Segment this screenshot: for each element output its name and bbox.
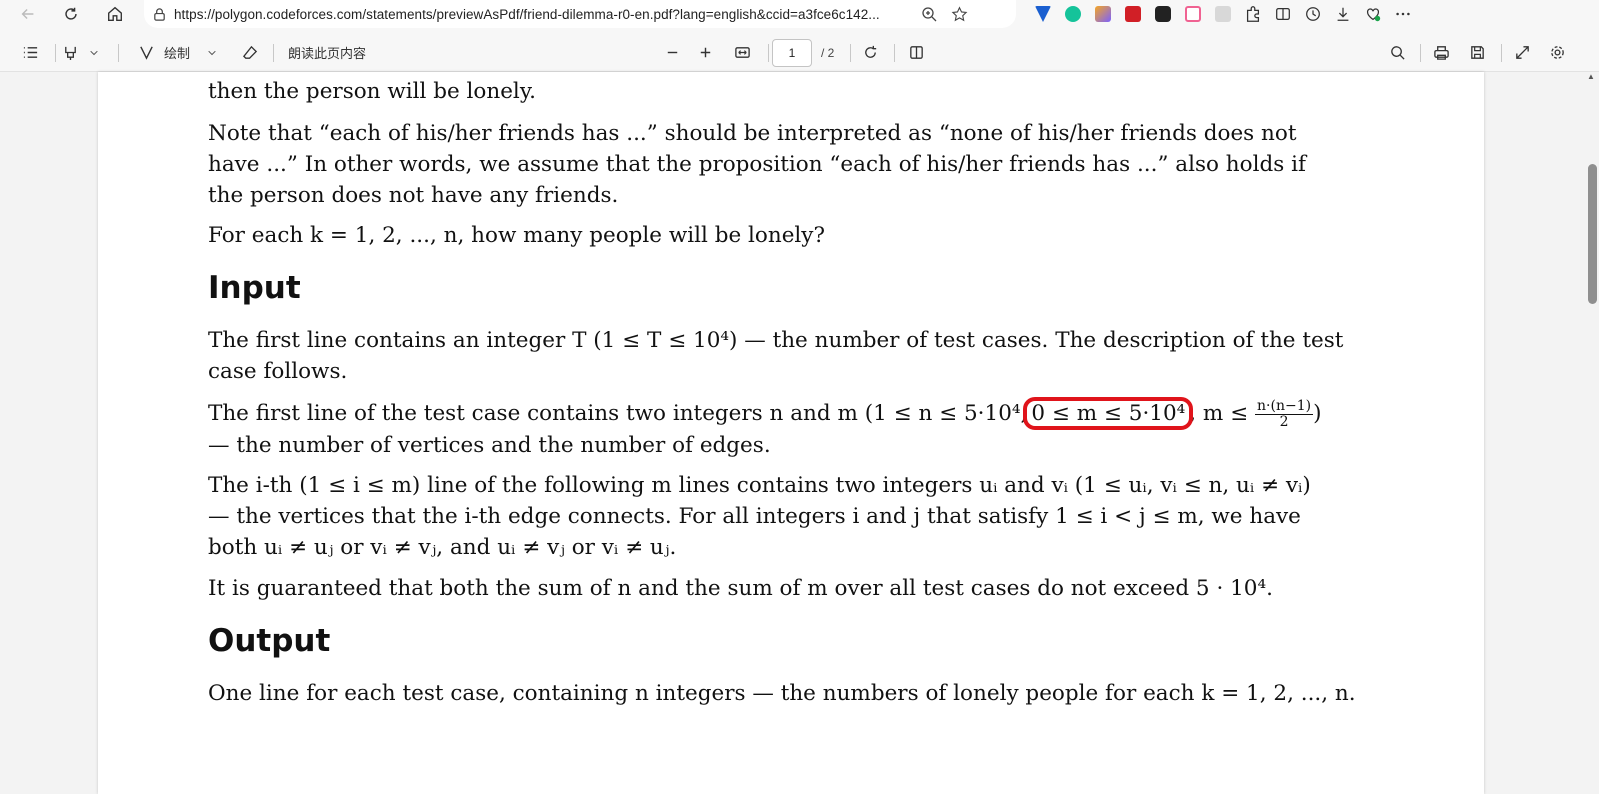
browser-toolbar: https://polygon.codeforces.com/statement…	[0, 0, 1599, 28]
read-aloud-button[interactable]: 朗读此页内容	[288, 38, 388, 68]
divider	[273, 44, 274, 62]
history-icon[interactable]	[1298, 0, 1328, 28]
fit-width-icon[interactable]	[730, 38, 754, 68]
fraction-numerator: n·(n−1)	[1255, 397, 1314, 415]
extensions-bar	[1028, 0, 1418, 28]
extension-red-icon[interactable]	[1118, 0, 1148, 28]
scroll-up-arrow-icon[interactable]: ▲	[1587, 72, 1596, 82]
fraction: n·(n−1) 2	[1255, 397, 1314, 430]
text-segment: )	[1313, 401, 1322, 426]
text-line: The first line contains an integer T (1 …	[208, 328, 1344, 353]
pdf-toolbar: 绘制 朗读此页内容 1 / 2	[0, 34, 1599, 72]
section-heading-output: Output	[208, 623, 331, 659]
text-line: both uᵢ ≠ uⱼ or vᵢ ≠ vⱼ, and uᵢ ≠ vⱼ or …	[208, 535, 677, 560]
text-line: For each k = 1, 2, ..., n, how many peop…	[208, 223, 825, 248]
paragraph-output: One line for each test case, containing …	[208, 678, 1363, 709]
text-line: case follows.	[208, 359, 348, 384]
save-icon[interactable]	[1465, 38, 1489, 68]
chevron-down-icon[interactable]	[86, 38, 102, 68]
page-number-input[interactable]: 1	[772, 39, 812, 67]
vertical-scrollbar[interactable]	[1588, 164, 1597, 304]
text-line: The i-th (1 ≤ i ≤ m) line of the followi…	[208, 473, 1311, 498]
home-icon[interactable]	[101, 0, 129, 28]
address-bar[interactable]: https://polygon.codeforces.com/statement…	[144, 0, 1016, 28]
more-menu-icon[interactable]	[1388, 0, 1418, 28]
divider	[850, 44, 851, 62]
split-screen-icon[interactable]	[1268, 0, 1298, 28]
extension-pencil-icon[interactable]	[1088, 0, 1118, 28]
divider	[1420, 44, 1421, 62]
extension-dark-icon[interactable]	[1148, 0, 1178, 28]
divider	[894, 44, 895, 62]
text-line: Note that “each of his/her friends has .…	[208, 121, 1297, 146]
text-line: have ...” In other words, we assume that…	[208, 152, 1306, 177]
page-view-icon[interactable]	[904, 38, 928, 68]
download-icon[interactable]	[1328, 0, 1358, 28]
settings-gear-icon[interactable]	[1545, 38, 1569, 68]
divider	[118, 44, 119, 62]
highlighter-icon[interactable]	[58, 38, 82, 68]
paragraph-note: Note that “each of his/her friends has .…	[208, 118, 1363, 211]
zoom-in-icon[interactable]	[693, 38, 717, 68]
text-line: the person does not have any friends.	[208, 183, 619, 208]
grammarly-icon[interactable]	[1058, 0, 1088, 28]
text-line: — the number of vertices and the number …	[208, 432, 771, 458]
fullscreen-icon[interactable]	[1510, 38, 1534, 68]
zoom-out-icon[interactable]	[660, 38, 684, 68]
paragraph-edges: The i-th (1 ≤ i ≤ m) line of the followi…	[208, 470, 1363, 563]
highlighted-constraint: 0 ≤ m ≤ 5·10⁴	[1023, 397, 1194, 430]
draw-icon[interactable]	[134, 38, 158, 68]
paragraph-question: For each k = 1, 2, ..., n, how many peop…	[208, 220, 1363, 251]
extension-grey-icon[interactable]	[1208, 0, 1238, 28]
text-segment: , m ≤	[1189, 401, 1249, 426]
favorite-star-icon[interactable]	[944, 5, 974, 23]
url-text[interactable]: https://polygon.codeforces.com/statement…	[174, 7, 914, 22]
paragraph-lonely: then the person will be lonely.	[208, 76, 1363, 107]
divider	[55, 44, 56, 62]
extension-v-icon[interactable]	[1028, 0, 1058, 28]
lock-icon	[144, 7, 174, 22]
paragraph-sum: It is guaranteed that both the sum of n …	[208, 573, 1363, 604]
divider	[768, 44, 769, 62]
eraser-icon[interactable]	[238, 38, 262, 68]
extension-tv-icon[interactable]	[1178, 0, 1208, 28]
divider	[1501, 44, 1502, 62]
paragraph-n-m: The first line of the test case contains…	[208, 397, 1363, 461]
section-heading-input: Input	[208, 270, 301, 306]
text-line: It is guaranteed that both the sum of n …	[208, 576, 1273, 601]
paragraph-test-count: The first line contains an integer T (1 …	[208, 325, 1363, 387]
text-segment: The first line of the test case contains…	[208, 401, 1028, 426]
print-icon[interactable]	[1429, 38, 1453, 68]
text-line: The first line of the test case contains…	[208, 397, 1363, 430]
chevron-down-icon[interactable]	[204, 38, 220, 68]
zoom-in-icon[interactable]	[914, 6, 944, 22]
refresh-icon[interactable]	[57, 0, 85, 28]
fraction-denominator: 2	[1279, 413, 1289, 430]
page-total: / 2	[821, 46, 835, 60]
text-line: then the person will be lonely.	[208, 79, 536, 104]
text-line: — the vertices that the i-th edge connec…	[208, 504, 1301, 529]
search-icon[interactable]	[1385, 38, 1409, 68]
performance-heart-icon[interactable]	[1358, 0, 1388, 28]
contents-list-icon[interactable]	[18, 38, 42, 68]
rotate-icon[interactable]	[858, 38, 882, 68]
back-arrow-icon[interactable]	[14, 0, 42, 28]
extensions-puzzle-icon[interactable]	[1238, 0, 1268, 28]
draw-label[interactable]: 绘制	[164, 38, 198, 68]
text-line: One line for each test case, containing …	[208, 681, 1356, 706]
